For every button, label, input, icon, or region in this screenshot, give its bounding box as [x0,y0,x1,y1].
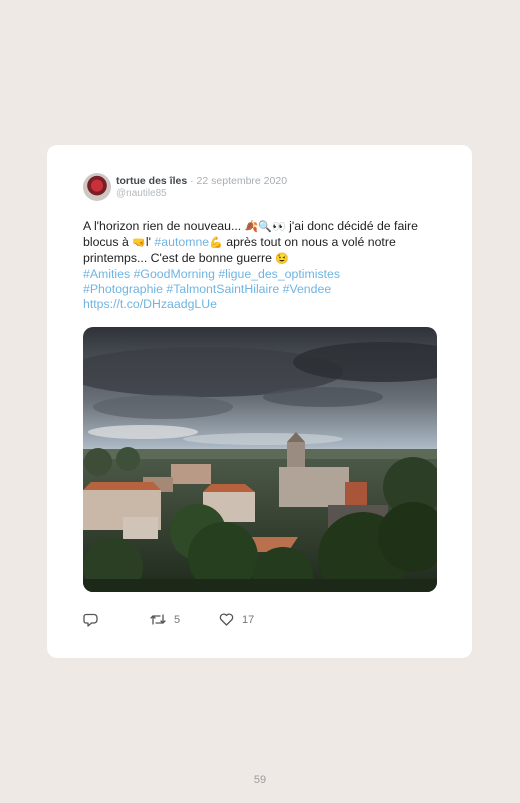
author-handle[interactable]: @nautile85 [116,188,167,199]
photo-landscape-image [83,327,437,592]
avatar[interactable] [83,173,111,201]
emoji-leaves-magnifier-eyes: 🍂🔍👀 [244,221,286,233]
hashtag-automne[interactable]: #automne [154,235,209,249]
emoji-flexed-biceps: 💪 [209,237,223,249]
hashtags-line-1[interactable]: #Amities #GoodMorning #ligue_des_optimis… [83,267,340,281]
retweet-button[interactable]: 5 [150,613,180,626]
author-separator: · [187,175,197,187]
tweet-date[interactable]: 22 septembre 2020 [197,175,287,187]
tweet-photo[interactable] [83,327,437,592]
tweet-link[interactable]: https://t.co/DHzaadgLUe [83,297,217,311]
tweet-author-line: tortue des îles · 22 septembre 2020 [116,175,287,187]
emoji-wink: 😉 [275,253,290,265]
tweet-text-part: A l'horizon rien de nouveau... [83,219,245,233]
page-number: 59 [253,774,267,786]
like-count: 17 [242,613,255,626]
retweet-count: 5 [174,613,181,626]
tweet-card: tortue des îles · 22 septembre 2020 @nau… [47,145,472,658]
reply-icon [83,613,98,627]
tweet-text: A l'horizon rien de nouveau... 🍂🔍👀 j'ai … [83,219,433,312]
heart-icon [219,613,234,626]
tweet-actions: 5 17 [83,613,303,629]
hashtags-line-2[interactable]: #Photographie #TalmontSaintHilaire #Vend… [83,282,331,296]
like-button[interactable]: 17 [219,613,254,626]
retweet-icon [150,614,166,625]
emoji-fist: 🤜 [132,237,146,249]
author-name[interactable]: tortue des îles [116,175,187,187]
reply-button[interactable] [83,613,98,627]
